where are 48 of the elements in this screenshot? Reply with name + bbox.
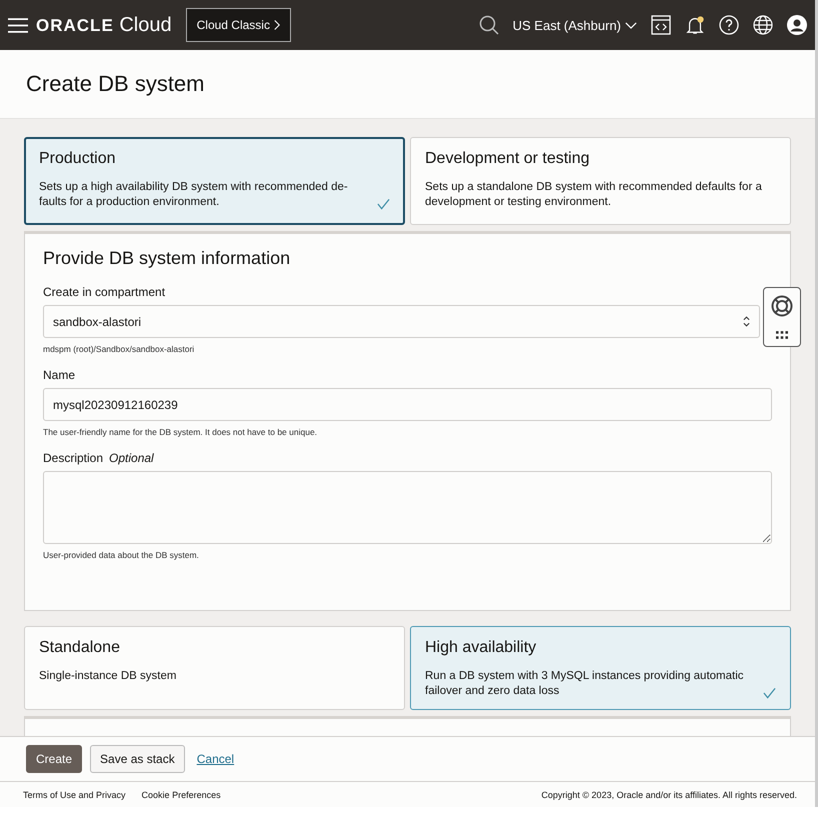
page-title: Create DB system [26,71,204,97]
field-label: Description [43,451,104,465]
card-description: Sets up a standalone DB system with recommended defaults for a development or testing environment. [425,180,763,210]
profile-icon[interactable] [787,15,807,35]
help-text: mdspm (root)/Sandbox/sandbox-alastori [43,344,196,354]
save-as-stack-button[interactable]: Save as stack [90,745,185,773]
help-icon[interactable] [719,15,739,35]
optional-label: Optional [109,451,154,465]
card-title: Development or testing [425,150,591,168]
bell-icon[interactable] [685,15,705,35]
copyright-text: Copyright © 2023, Oracle and/or its affiliates. All rights reserved. [541,790,797,800]
apps-grid-icon[interactable] [776,331,788,339]
card-description: Run a DB system with 3 MySQL instances providing automatic failover and zero data loss [425,669,745,699]
description-field[interactable] [43,471,772,544]
help-text: The user-friendly name for the DB system. It does not have to be unique. [43,427,318,437]
section-title: Provide DB system information [43,248,292,269]
chevron-icon [274,19,280,31]
name-field[interactable]: mysql20230912160239 [43,388,772,421]
help-text: User-provided data about the DB system. [43,550,200,560]
footer-link[interactable]: Terms of Use and Privacy [23,790,126,800]
option-card[interactable]: Development or testing Sets up a standalone DB system with recommended defaults for a development or testing environment. [410,137,791,225]
help-widget[interactable] [763,287,801,347]
cancel-link[interactable]: Cancel [196,752,234,766]
compartment-select[interactable]: sandbox-alastori [43,305,760,338]
card-title: High availability [425,639,538,657]
lifebuoy-icon[interactable] [771,295,793,317]
logo[interactable]: ORACLE Cloud [36,14,172,36]
card-title: Standalone [39,639,121,657]
menu-icon[interactable] [8,18,28,32]
option-card[interactable]: Production Sets up a high availability DB system with recommended de-faults for a production environment. [24,137,405,225]
search-icon[interactable] [478,15,499,35]
globe-icon[interactable] [753,15,773,35]
create-button[interactable]: Create [26,745,82,773]
chevron-icon [743,315,750,328]
region-dropdown[interactable]: US East (Ashburn) [512,18,637,32]
code-editor-icon[interactable] [651,15,671,35]
option-card[interactable]: High availability Run a DB system with 3 MySQL instances providing automatic failover and zero data loss [410,626,791,710]
cloud-classic-button[interactable]: Cloud Classic [186,8,291,42]
card-description: Sets up a high availability DB system with recommended de-faults for a production environment. [39,180,349,210]
option-card[interactable]: Standalone Single-instance DB system [24,626,405,710]
field-label: Name [43,368,76,382]
card-title: Production [39,150,116,168]
check-icon [763,687,776,699]
footer-link[interactable]: Cookie Preferences [142,790,221,800]
card-description: Single-instance DB system [39,669,176,684]
field-label: Create in compartment [43,285,166,299]
chevron-icon [625,22,637,28]
check-icon [377,198,390,210]
